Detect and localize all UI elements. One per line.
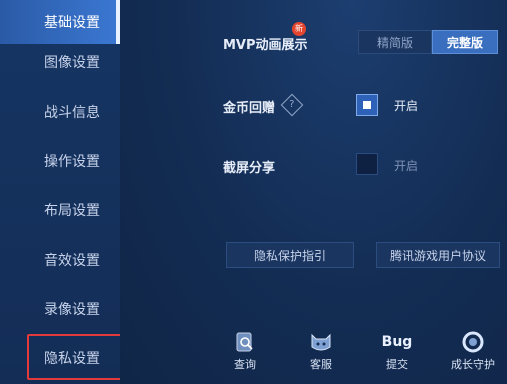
growth-guard-icon bbox=[460, 330, 486, 354]
sidebar-item-battle-info[interactable]: 战斗信息 bbox=[0, 90, 120, 134]
user-agreement-button[interactable]: 腾讯游戏用户协议 bbox=[376, 242, 500, 268]
bug-icon: Bug bbox=[381, 334, 413, 350]
bug-submit-button[interactable]: Bug 提交 bbox=[372, 330, 422, 372]
sidebar-item-operation-settings[interactable]: 操作设置 bbox=[0, 139, 120, 183]
mvp-option-full[interactable]: 完整版 bbox=[432, 30, 498, 54]
sidebar-item-layout-settings[interactable]: 布局设置 bbox=[0, 188, 120, 232]
sidebar-item-label: 战斗信息 bbox=[44, 105, 100, 121]
sidebar-item-label: 音效设置 bbox=[44, 253, 100, 269]
query-button[interactable]: 查询 bbox=[220, 330, 270, 372]
sidebar-item-image-settings[interactable]: 图像设置 bbox=[0, 40, 120, 84]
growth-guard-label: 成长守护 bbox=[451, 358, 495, 371]
coin-rebate-option-label: 开启 bbox=[394, 99, 419, 113]
sidebar-item-label: 基础设置 bbox=[44, 15, 100, 31]
new-badge: 新 bbox=[292, 22, 306, 36]
help-icon[interactable]: ? bbox=[280, 93, 304, 117]
mvp-animation-label: MVP动画展示 bbox=[223, 38, 308, 53]
growth-guard-button[interactable]: 成长守护 bbox=[448, 330, 498, 372]
screenshot-share-label: 截屏分享 bbox=[223, 161, 276, 176]
sidebar-item-recording-settings[interactable]: 录像设置 bbox=[0, 287, 120, 331]
privacy-guide-button[interactable]: 隐私保护指引 bbox=[226, 242, 354, 268]
query-label: 查询 bbox=[234, 358, 256, 371]
sidebar-item-basic-settings[interactable]: 基础设置 bbox=[0, 0, 120, 44]
coin-rebate-label: 金币回赠 bbox=[223, 101, 276, 116]
query-icon bbox=[232, 330, 258, 354]
sidebar-item-label: 操作设置 bbox=[44, 154, 100, 170]
customer-service-button[interactable]: 客服 bbox=[296, 330, 346, 372]
sidebar-item-label: 录像设置 bbox=[44, 302, 100, 318]
coin-rebate-checkbox[interactable] bbox=[356, 94, 378, 116]
sidebar-item-label: 布局设置 bbox=[44, 203, 100, 219]
sidebar-item-label: 图像设置 bbox=[44, 55, 100, 71]
bug-submit-label: 提交 bbox=[386, 358, 408, 371]
settings-panel: MVP动画展示 新 精简版 完整版 金币回赠 ? 开启 截屏分享 开启 隐私保护… bbox=[120, 0, 507, 384]
customer-service-icon bbox=[308, 330, 334, 354]
sidebar-item-sound-settings[interactable]: 音效设置 bbox=[0, 238, 120, 282]
sidebar: 基础设置 图像设置 战斗信息 操作设置 布局设置 音效设置 录像设置 隐私设置 bbox=[0, 0, 120, 384]
screenshot-share-option-label: 开启 bbox=[394, 159, 419, 173]
screenshot-share-checkbox[interactable] bbox=[356, 153, 378, 175]
customer-service-label: 客服 bbox=[310, 358, 332, 371]
mvp-option-lite[interactable]: 精简版 bbox=[358, 30, 432, 54]
